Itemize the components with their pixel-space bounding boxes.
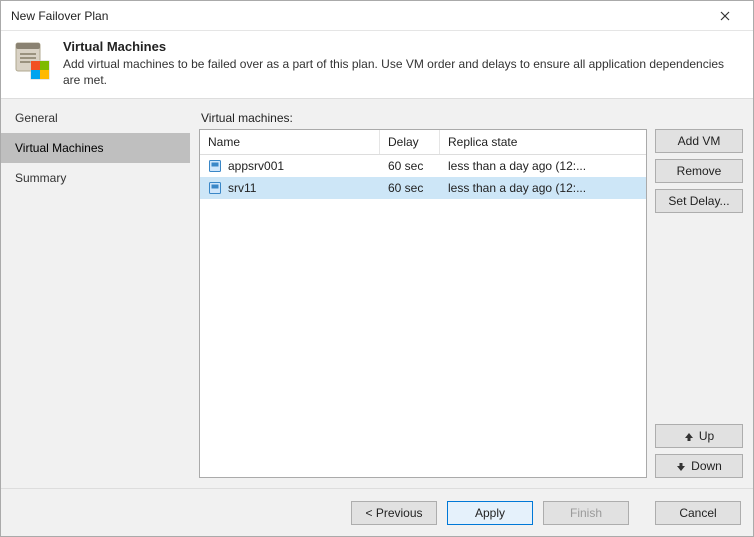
cell-replica-state: less than a day ago (12:... — [440, 181, 646, 195]
page-title: Virtual Machines — [63, 39, 741, 54]
column-header-delay[interactable]: Delay — [380, 130, 440, 154]
cell-delay: 60 sec — [380, 181, 440, 195]
column-header-replica-state[interactable]: Replica state — [440, 130, 646, 154]
move-down-button[interactable]: Down — [655, 454, 743, 478]
set-delay-button[interactable]: Set Delay... — [655, 189, 743, 213]
close-icon — [720, 8, 730, 24]
vm-icon — [208, 159, 222, 173]
sidebar-item-label: Virtual Machines — [15, 141, 104, 155]
sidebar-item-general[interactable]: General — [1, 103, 190, 133]
sidebar-item-label: General — [15, 111, 58, 125]
previous-button-label: < Previous — [365, 506, 422, 520]
cell-delay: 60 sec — [380, 159, 440, 173]
move-down-button-label: Down — [691, 459, 722, 473]
finish-button: Finish — [543, 501, 629, 525]
wizard-footer: < Previous Apply Finish Cancel — [1, 488, 753, 536]
vm-table: Name Delay Replica state appsrv001 — [199, 129, 647, 478]
previous-button[interactable]: < Previous — [351, 501, 437, 525]
sidebar-item-summary[interactable]: Summary — [1, 163, 190, 193]
main-row: Name Delay Replica state appsrv001 — [199, 129, 743, 478]
table-row[interactable]: appsrv001 60 sec less than a day ago (12… — [200, 155, 646, 177]
move-up-button[interactable]: Up — [655, 424, 743, 448]
window-title: New Failover Plan — [11, 9, 705, 23]
vm-wizard-icon — [13, 41, 53, 81]
cancel-button-label: Cancel — [679, 506, 716, 520]
column-header-name[interactable]: Name — [200, 130, 380, 154]
remove-button-label: Remove — [677, 164, 722, 178]
wizard-header-text: Virtual Machines Add virtual machines to… — [63, 39, 741, 88]
vm-table-header: Name Delay Replica state — [200, 130, 646, 155]
close-button[interactable] — [705, 2, 745, 30]
cell-replica-state: less than a day ago (12:... — [440, 159, 646, 173]
table-row[interactable]: srv11 60 sec less than a day ago (12:... — [200, 177, 646, 199]
wizard-header: Virtual Machines Add virtual machines to… — [1, 31, 753, 99]
wizard-body: General Virtual Machines Summary Virtual… — [1, 99, 753, 488]
finish-button-label: Finish — [570, 506, 602, 520]
spacer — [655, 219, 743, 418]
add-vm-button[interactable]: Add VM — [655, 129, 743, 153]
cell-name: srv11 — [200, 181, 380, 195]
cancel-button[interactable]: Cancel — [655, 501, 741, 525]
page-description: Add virtual machines to be failed over a… — [63, 56, 741, 88]
sidebar-item-virtual-machines[interactable]: Virtual Machines — [1, 133, 190, 163]
arrow-down-icon — [676, 461, 686, 471]
main-panel: Virtual machines: Name Delay Replica sta… — [191, 99, 753, 488]
add-vm-button-label: Add VM — [678, 134, 721, 148]
apply-button[interactable]: Apply — [447, 501, 533, 525]
vm-list-label: Virtual machines: — [201, 111, 743, 125]
vm-icon — [208, 181, 222, 195]
move-up-button-label: Up — [699, 429, 714, 443]
wizard-window: New Failover Plan Virtual Machines — [0, 0, 754, 537]
wizard-steps-sidebar: General Virtual Machines Summary — [1, 99, 191, 488]
spacer — [199, 478, 743, 488]
vm-table-body: appsrv001 60 sec less than a day ago (12… — [200, 155, 646, 477]
set-delay-button-label: Set Delay... — [668, 194, 729, 208]
side-button-column: Add VM Remove Set Delay... Up — [655, 129, 743, 478]
apply-button-label: Apply — [475, 506, 505, 520]
arrow-up-icon — [684, 431, 694, 441]
titlebar: New Failover Plan — [1, 1, 753, 31]
sidebar-item-label: Summary — [15, 171, 66, 185]
cell-name: appsrv001 — [200, 159, 380, 173]
cell-name-text: srv11 — [228, 181, 256, 195]
cell-name-text: appsrv001 — [228, 159, 284, 173]
remove-button[interactable]: Remove — [655, 159, 743, 183]
